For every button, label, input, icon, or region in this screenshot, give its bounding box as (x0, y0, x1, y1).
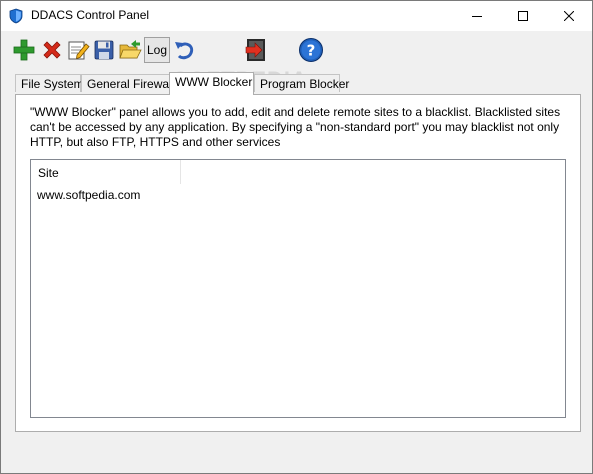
undo-icon (175, 42, 194, 60)
tab-general-firewall[interactable]: General Firewall (81, 74, 182, 92)
tab-program-blocker[interactable]: Program Blocker (254, 74, 349, 92)
tab-www-blocker[interactable]: WWW Blocker (169, 72, 254, 95)
maximize-icon (518, 11, 528, 21)
toolbar: SOFTPEDIA (1, 31, 592, 92)
open-button[interactable] (117, 37, 143, 63)
www-blocker-panel: "WWW Blocker" panel allows you to add, e… (15, 94, 581, 432)
delete-button[interactable] (39, 37, 65, 63)
add-button[interactable] (11, 37, 37, 63)
main-window: DDACS Control Panel SOFTPEDIA (0, 0, 593, 474)
edit-button[interactable] (65, 37, 91, 63)
close-icon (564, 11, 574, 21)
close-button[interactable] (546, 1, 592, 31)
minimize-button[interactable] (454, 1, 500, 31)
add-icon (13, 39, 35, 61)
minimize-icon (472, 16, 482, 17)
open-folder-icon (119, 40, 142, 59)
exit-icon (245, 39, 265, 61)
undo-button[interactable] (171, 37, 197, 63)
log-button[interactable]: Log (144, 37, 170, 63)
column-header-site[interactable]: Site (31, 160, 181, 184)
column-header-label: Site (38, 166, 59, 180)
shield-app-icon (9, 8, 23, 24)
tab-file-system[interactable]: File System (15, 74, 84, 92)
panel-description: "WWW Blocker" panel allows you to add, e… (30, 105, 561, 149)
window-title: DDACS Control Panel (31, 8, 150, 22)
title-bar[interactable]: DDACS Control Panel (1, 1, 592, 31)
help-icon: ? (299, 38, 323, 62)
save-icon (94, 40, 114, 60)
maximize-button[interactable] (500, 1, 546, 31)
site-list[interactable]: Site www.softpedia.com (30, 159, 566, 418)
exit-button[interactable] (243, 37, 269, 63)
svg-text:?: ? (307, 42, 316, 60)
delete-icon (43, 41, 61, 59)
list-item[interactable]: www.softpedia.com (37, 188, 140, 202)
save-button[interactable] (91, 37, 117, 63)
help-button[interactable]: ? (298, 37, 324, 63)
edit-icon (68, 41, 90, 60)
